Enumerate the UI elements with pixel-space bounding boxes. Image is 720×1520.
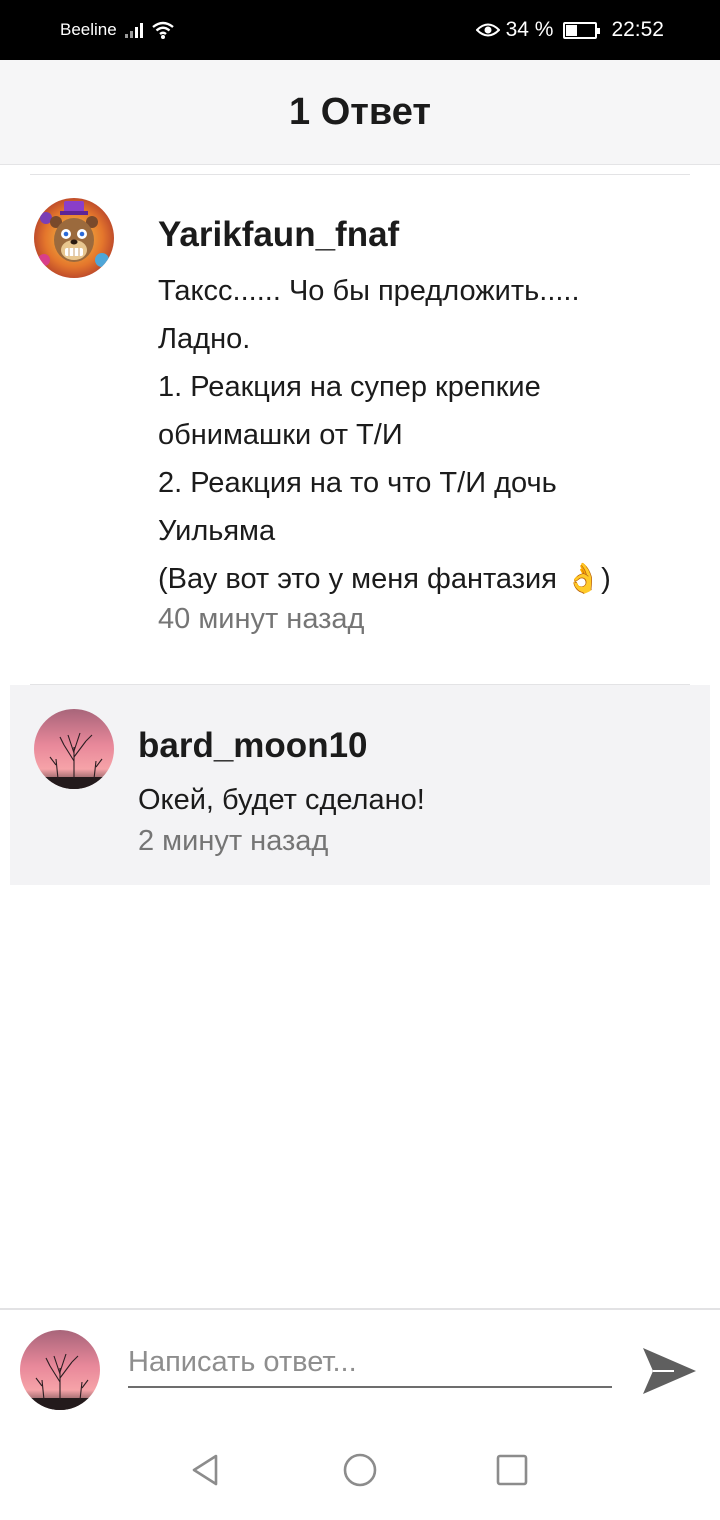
system-nav-bar	[0, 1420, 720, 1520]
comment-line: (Вау вот это у меня фантазия 👌)	[158, 563, 611, 595]
reply-username[interactable]: bard_moon10	[138, 726, 368, 766]
back-icon[interactable]	[186, 1450, 226, 1490]
eye-icon	[475, 23, 500, 37]
reply-text: Окей, будет сделано!	[138, 776, 678, 824]
recents-icon[interactable]	[492, 1450, 532, 1490]
divider	[30, 684, 690, 685]
comment-username[interactable]: Yarikfaun_fnaf	[158, 215, 399, 255]
reply-line: Окей, будет сделано!	[138, 784, 425, 816]
comment-line: Таксс...... Чо бы предложить.....	[158, 275, 580, 307]
comment-line: 2. Реакция на то что Т/И дочь	[158, 467, 557, 499]
carrier-label: Beeline	[60, 20, 117, 39]
status-left: Beeline	[60, 20, 175, 40]
comment-line: Ладно.	[158, 323, 251, 355]
comment-line: обнимашки от Т/И	[158, 419, 403, 451]
comment-line: 1. Реакция на супер крепкие	[158, 371, 541, 403]
reply-composer	[0, 1308, 720, 1420]
status-right: 34 % 22:52	[475, 18, 664, 42]
status-bar: Beeline 34 % 22:52	[0, 0, 720, 60]
comment-text: Таксс...... Чо бы предложить..... Ладно.…	[158, 267, 698, 603]
avatar[interactable]	[34, 198, 114, 278]
reply-input[interactable]	[128, 1338, 612, 1388]
reply-item: bard_moon10 Окей, будет сделано! 2 минут…	[10, 685, 710, 885]
page-header: 1 Ответ	[0, 60, 720, 165]
comment-item: Yarikfaun_fnaf Таксс...... Чо бы предлож…	[0, 175, 720, 680]
home-icon[interactable]	[340, 1450, 380, 1490]
battery-charging-icon	[563, 21, 601, 39]
user-avatar	[20, 1330, 100, 1410]
clock: 22:52	[611, 18, 664, 41]
reply-timestamp: 2 минут назад	[138, 825, 329, 857]
comment-timestamp: 40 минут назад	[158, 603, 365, 635]
comment-line: Уильяма	[158, 515, 276, 547]
wifi-icon	[151, 21, 174, 39]
signal-icon	[124, 22, 143, 38]
battery-percent: 34 %	[505, 18, 554, 41]
send-icon[interactable]	[640, 1342, 698, 1400]
page-title: 1 Ответ	[289, 90, 431, 133]
avatar[interactable]	[34, 709, 114, 789]
